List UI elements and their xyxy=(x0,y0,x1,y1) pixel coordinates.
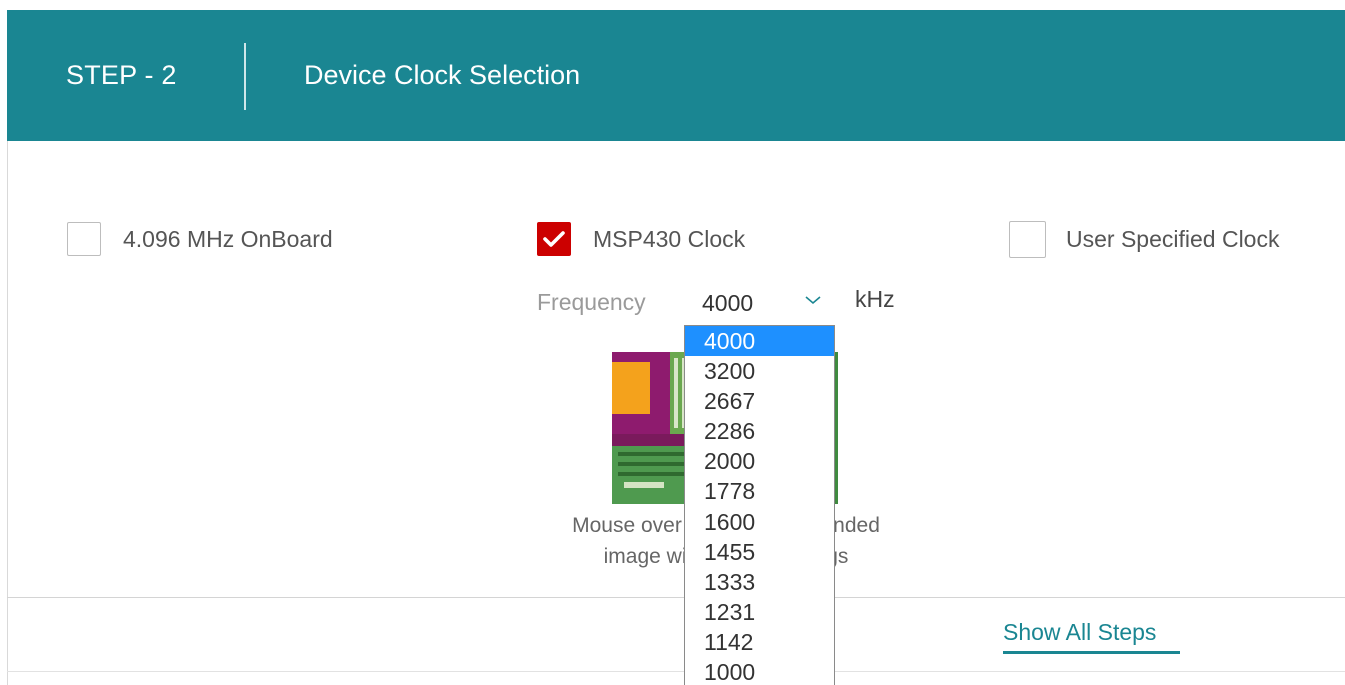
footer-divider xyxy=(7,597,1345,598)
frequency-select[interactable]: 4000 xyxy=(686,282,836,322)
frequency-option[interactable]: 1333 xyxy=(685,567,834,597)
user-specified-clock-checkbox[interactable] xyxy=(1009,220,1046,258)
footer-bottom-border xyxy=(7,671,1345,672)
clock-selection-page: STEP - 2 Device Clock Selection 4.096 MH… xyxy=(0,0,1345,685)
user-specified-clock-label: User Specified Clock xyxy=(1066,225,1280,252)
frequency-option[interactable]: 2000 xyxy=(685,446,834,476)
frequency-option[interactable]: 2667 xyxy=(685,386,834,416)
caption-line2: image wi xyxy=(603,545,687,568)
frequency-option[interactable]: 4000 xyxy=(685,326,834,357)
show-all-steps-underline xyxy=(1003,651,1180,654)
frequency-label: Frequency xyxy=(537,289,646,315)
msp430-clock-label: MSP430 Clock xyxy=(593,225,746,252)
caption-line1: Mouse over xyxy=(572,514,682,537)
option-msp430-clock[interactable]: MSP430 Clock xyxy=(537,221,745,257)
frequency-unit: kHz xyxy=(855,286,895,312)
frequency-option[interactable]: 2286 xyxy=(685,416,834,446)
show-all-steps-link[interactable]: Show All Steps xyxy=(1003,619,1156,646)
frequency-option[interactable]: 1142 xyxy=(685,627,834,657)
onboard-clock-checkbox[interactable] xyxy=(67,222,101,256)
frequency-option[interactable]: 3200 xyxy=(685,356,834,386)
onboard-clock-label: 4.096 MHz OnBoard xyxy=(123,225,333,252)
option-user-specified-clock[interactable]: User Specified Clock xyxy=(1009,220,1280,258)
msp430-clock-checkbox[interactable] xyxy=(537,222,571,256)
chevron-down-icon xyxy=(805,296,821,305)
step-number: STEP - 2 xyxy=(66,60,177,90)
header-divider xyxy=(244,43,246,110)
frequency-option[interactable]: 1600 xyxy=(685,507,834,537)
frequency-option[interactable]: 1000 xyxy=(685,657,834,685)
frequency-option[interactable]: 1231 xyxy=(685,597,834,627)
frequency-selected-value: 4000 xyxy=(702,290,754,316)
frequency-dropdown-list[interactable]: 4000 3200 2667 2286 2000 1778 1600 1455 … xyxy=(684,325,835,685)
panel-left-border xyxy=(7,140,8,685)
step-header: STEP - 2 Device Clock Selection xyxy=(7,10,1345,141)
frequency-option[interactable]: 1455 xyxy=(685,537,834,567)
frequency-option[interactable]: 1778 xyxy=(685,476,834,506)
page-title: Device Clock Selection xyxy=(304,60,581,90)
checkmark-icon xyxy=(543,231,565,247)
option-onboard-clock[interactable]: 4.096 MHz OnBoard xyxy=(67,221,333,257)
